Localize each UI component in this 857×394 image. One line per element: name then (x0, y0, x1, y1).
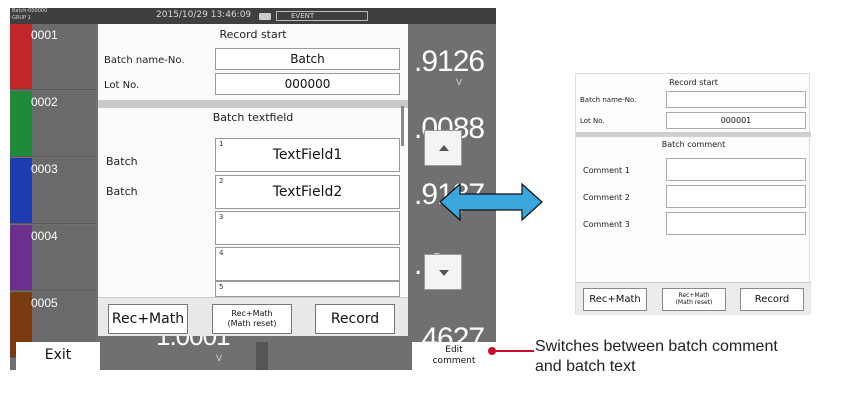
text-field-index: 3 (219, 213, 224, 221)
chevron-up-icon (439, 145, 449, 151)
exit-button[interactable]: Exit (16, 342, 100, 370)
record-start-dialog: Record start Batch name-No. Batch Lot No… (98, 24, 408, 336)
section-divider (576, 132, 811, 137)
record-button[interactable]: Record (315, 304, 395, 334)
callout-text: Switches between batch comment and batch… (535, 337, 778, 377)
channel-color-swatch (10, 91, 32, 156)
datetime: 2015/10/29 13:46:09 (156, 10, 252, 20)
batch-name-label: Batch name-No. (104, 55, 185, 66)
button-label-line: Rec+Math (678, 292, 710, 299)
rec-math-reset-button[interactable]: Rec+Math (Math reset) (212, 304, 292, 334)
section-divider (98, 100, 408, 108)
comment-label: Comment 2 (583, 193, 630, 202)
lot-no-label: Lot No. (580, 117, 605, 125)
button-label-line: (Math reset) (227, 319, 277, 328)
lot-no-field[interactable]: 000000 (215, 73, 400, 95)
callout-leader-line (488, 347, 534, 355)
section-title: Batch comment (661, 140, 726, 149)
batch-id: Batch-000000 (12, 8, 48, 14)
event-indicator: EVENT (259, 11, 368, 21)
chevron-down-icon (439, 270, 449, 276)
comment-field-2[interactable] (666, 185, 806, 208)
channel-color-swatch (10, 158, 32, 223)
text-field-label: Batch (106, 155, 138, 168)
section-title: Batch textfield (212, 111, 294, 124)
group-label: GRUP 1 (12, 15, 31, 21)
button-label-line: comment (432, 356, 476, 366)
channel-label: 0002 (31, 95, 58, 109)
comment-field-3[interactable] (666, 212, 806, 235)
callout-line: Switches between batch comment (535, 338, 778, 355)
reading-unit: V (456, 78, 463, 88)
channel-label: 0005 (31, 296, 58, 310)
dialog-button-bar: Rec+Math Rec+Math (Math reset) Record (576, 282, 811, 315)
text-field-4[interactable]: 4 (215, 247, 400, 281)
text-field-index: 4 (219, 249, 224, 257)
channel-color-swatch (10, 225, 32, 290)
channel-tile-0004[interactable]: 0004 (10, 225, 96, 291)
button-label-line: (Math reset) (675, 299, 713, 306)
dialog-title: Record start (219, 28, 287, 41)
channel-tile-0003[interactable]: 0003 (10, 158, 96, 224)
lot-no-label: Lot No. (104, 80, 140, 91)
reading-unit: V (216, 354, 223, 364)
reading-value: .9126 (414, 45, 485, 78)
button-label-line: Edit (445, 345, 463, 355)
batch-comment-screen: Record start Batch name-No. Lot No. 0000… (575, 73, 811, 315)
dialog-button-bar: Rec+Math Rec+Math (Math reset) Record (98, 297, 408, 336)
channel-color-swatch (10, 24, 32, 89)
channel-label: 0003 (31, 162, 58, 176)
media-icon (259, 13, 271, 20)
comment-label: Comment 1 (583, 166, 630, 175)
batch-name-field[interactable]: Batch (215, 48, 400, 70)
recorder-screen: Batch-000000 GRUP 1 2015/10/29 13:46:09 … (10, 8, 496, 370)
channel-tile-0002[interactable]: 0002 (10, 91, 96, 157)
comment-field-1[interactable] (666, 158, 806, 181)
callout-line: and batch text (535, 358, 636, 375)
batch-id-text: Batch-000000 GRUP 1 (12, 8, 47, 22)
button-label-line: Rec+Math (231, 309, 273, 318)
text-field-value: TextField1 (272, 147, 343, 163)
channel-label: 0004 (31, 229, 58, 243)
scroll-up-button[interactable] (424, 130, 462, 166)
batch-name-label: Batch name-No. (580, 96, 637, 104)
switch-arrow-icon (439, 182, 543, 222)
scroll-down-button[interactable] (424, 254, 462, 290)
text-field-1[interactable]: 1 TextField1 (215, 138, 400, 172)
dialog-title: Record start (669, 78, 718, 87)
channel-label: 0001 (31, 28, 58, 42)
lot-no-field[interactable]: 000001 (666, 112, 806, 129)
text-field-5[interactable]: 5 (215, 281, 400, 297)
text-field-label: Batch (106, 185, 138, 198)
status-bar: Batch-000000 GRUP 1 2015/10/29 13:46:09 … (10, 8, 496, 24)
channel-tile-0001[interactable]: 0001 (10, 24, 96, 90)
dialog-scrollbar[interactable] (401, 106, 404, 146)
event-label: EVENT (291, 12, 315, 20)
edit-comment-button[interactable]: Edit comment (412, 342, 496, 370)
record-button[interactable]: Record (740, 288, 804, 311)
rec-math-reset-button[interactable]: Rec+Math (Math reset) (662, 288, 726, 311)
comment-label: Comment 3 (583, 220, 630, 229)
text-field-2[interactable]: 2 TextField2 (215, 175, 400, 209)
level-bar (256, 342, 268, 370)
batch-name-field[interactable] (666, 91, 806, 108)
rec-math-button[interactable]: Rec+Math (108, 304, 188, 334)
text-field-index: 5 (219, 283, 224, 291)
text-field-value: TextField2 (272, 184, 343, 200)
rec-math-button[interactable]: Rec+Math (583, 288, 647, 311)
text-field-3[interactable]: 3 (215, 211, 400, 245)
